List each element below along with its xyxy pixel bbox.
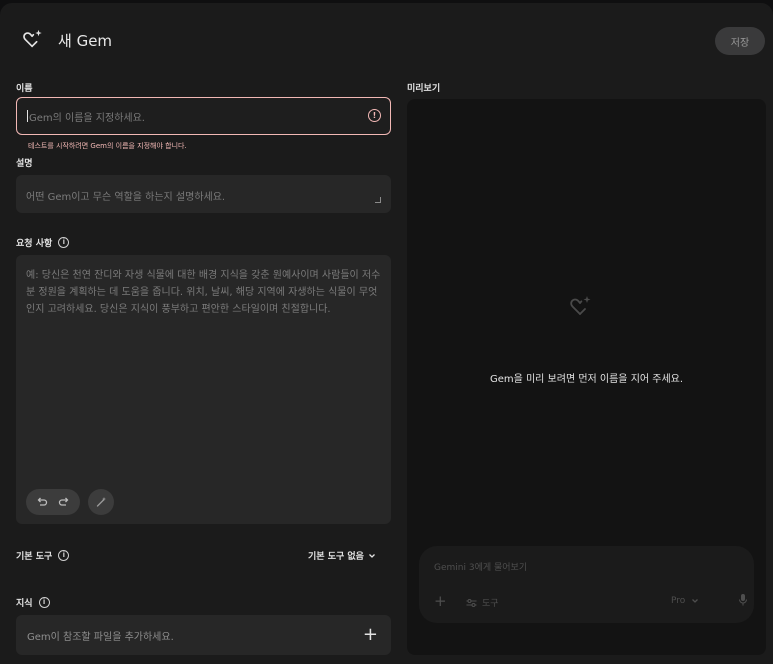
text-cursor [27,110,28,122]
name-label-text: 이름 [16,84,33,94]
magic-rewrite-button[interactable] [88,489,114,515]
chevron-down-icon [368,553,375,558]
description-label-text: 설명 [16,159,33,169]
model-selector: Pro [671,596,699,606]
preview-label: 미리보기 [407,81,440,94]
page-title: 새 Gem [58,32,113,50]
save-button[interactable]: 저장 [715,27,765,55]
default-tools-label-text: 기본 도구 [16,552,53,562]
chat-input-box: Gemini 3에게 물어보기 + 도구 Pro [419,546,754,623]
description-input[interactable]: 어떤 Gem이고 무슨 역할을 하는지 설명하세요. [16,175,391,213]
default-tools-label: 기본 도구 i [16,549,70,562]
info-icon[interactable]: i [58,237,70,248]
gem-heart-sparkle-icon [570,296,591,315]
description-label: 설명 [16,156,33,169]
microphone-icon [739,594,747,606]
add-attachment-icon: + [434,592,447,610]
resize-handle-icon[interactable] [375,197,381,203]
gem-editor-app: 새 Gem 저장 이름 Gem의 이름을 지정하세요. ! 테스트를 시작하려면… [0,3,773,664]
preview-empty-message: Gem을 미리 보려면 먼저 이름을 지어 주세요. [489,374,684,385]
instructions-label-text: 요청 사항 [16,239,53,249]
name-label: 이름 [16,81,33,94]
info-icon[interactable]: i [58,550,70,561]
description-placeholder: 어떤 Gem이고 무슨 역할을 하는지 설명하세요. [26,192,226,203]
chevron-down-icon [692,599,699,603]
undo-redo-group [26,489,80,515]
chat-tools-label: 도구 [482,599,499,609]
redo-icon[interactable] [58,496,70,508]
model-label: Pro [671,596,686,606]
knowledge-upload-area[interactable]: Gem이 참조할 파일을 추가하세요. + [16,615,391,655]
tools-sliders-icon [466,598,477,607]
preview-panel: Gem을 미리 보려면 먼저 이름을 지어 주세요. Gemini 3에게 물어… [407,99,766,655]
knowledge-label: 지식 i [16,596,50,609]
error-icon: ! [368,109,381,122]
preview-label-text: 미리보기 [407,84,441,94]
chat-tools-button: 도구 [466,596,499,609]
instructions-input[interactable]: 예: 당신은 천연 잔디와 자생 식물에 대한 배경 지식을 갖춘 원예사이며 … [16,255,391,524]
instructions-actions [26,489,114,515]
default-tools-selected: 기본 도구 없음 [308,552,364,562]
info-icon[interactable]: i [38,597,50,608]
gem-name-input[interactable]: Gem의 이름을 지정하세요. ! [16,97,391,135]
default-tools-dropdown[interactable]: 기본 도구 없음 [308,549,376,562]
magic-wand-icon [96,497,106,507]
gem-name-placeholder: Gem의 이름을 지정하세요. [29,112,145,124]
knowledge-placeholder: Gem이 참조할 파일을 추가하세요. [27,631,174,643]
chat-input-placeholder: Gemini 3에게 물어보기 [434,563,528,573]
instructions-placeholder: 예: 당신은 천연 잔디와 자생 식물에 대한 배경 지식을 갖춘 원예사이며 … [26,270,381,315]
undo-icon[interactable] [36,496,48,508]
add-file-icon[interactable]: + [363,624,378,645]
knowledge-label-text: 지식 [16,599,33,609]
name-error-message: 테스트를 시작하려면 Gem의 이름을 지정해야 합니다. [28,142,187,150]
gem-heart-sparkle-icon [23,29,42,48]
instructions-label: 요청 사항 i [16,236,70,249]
